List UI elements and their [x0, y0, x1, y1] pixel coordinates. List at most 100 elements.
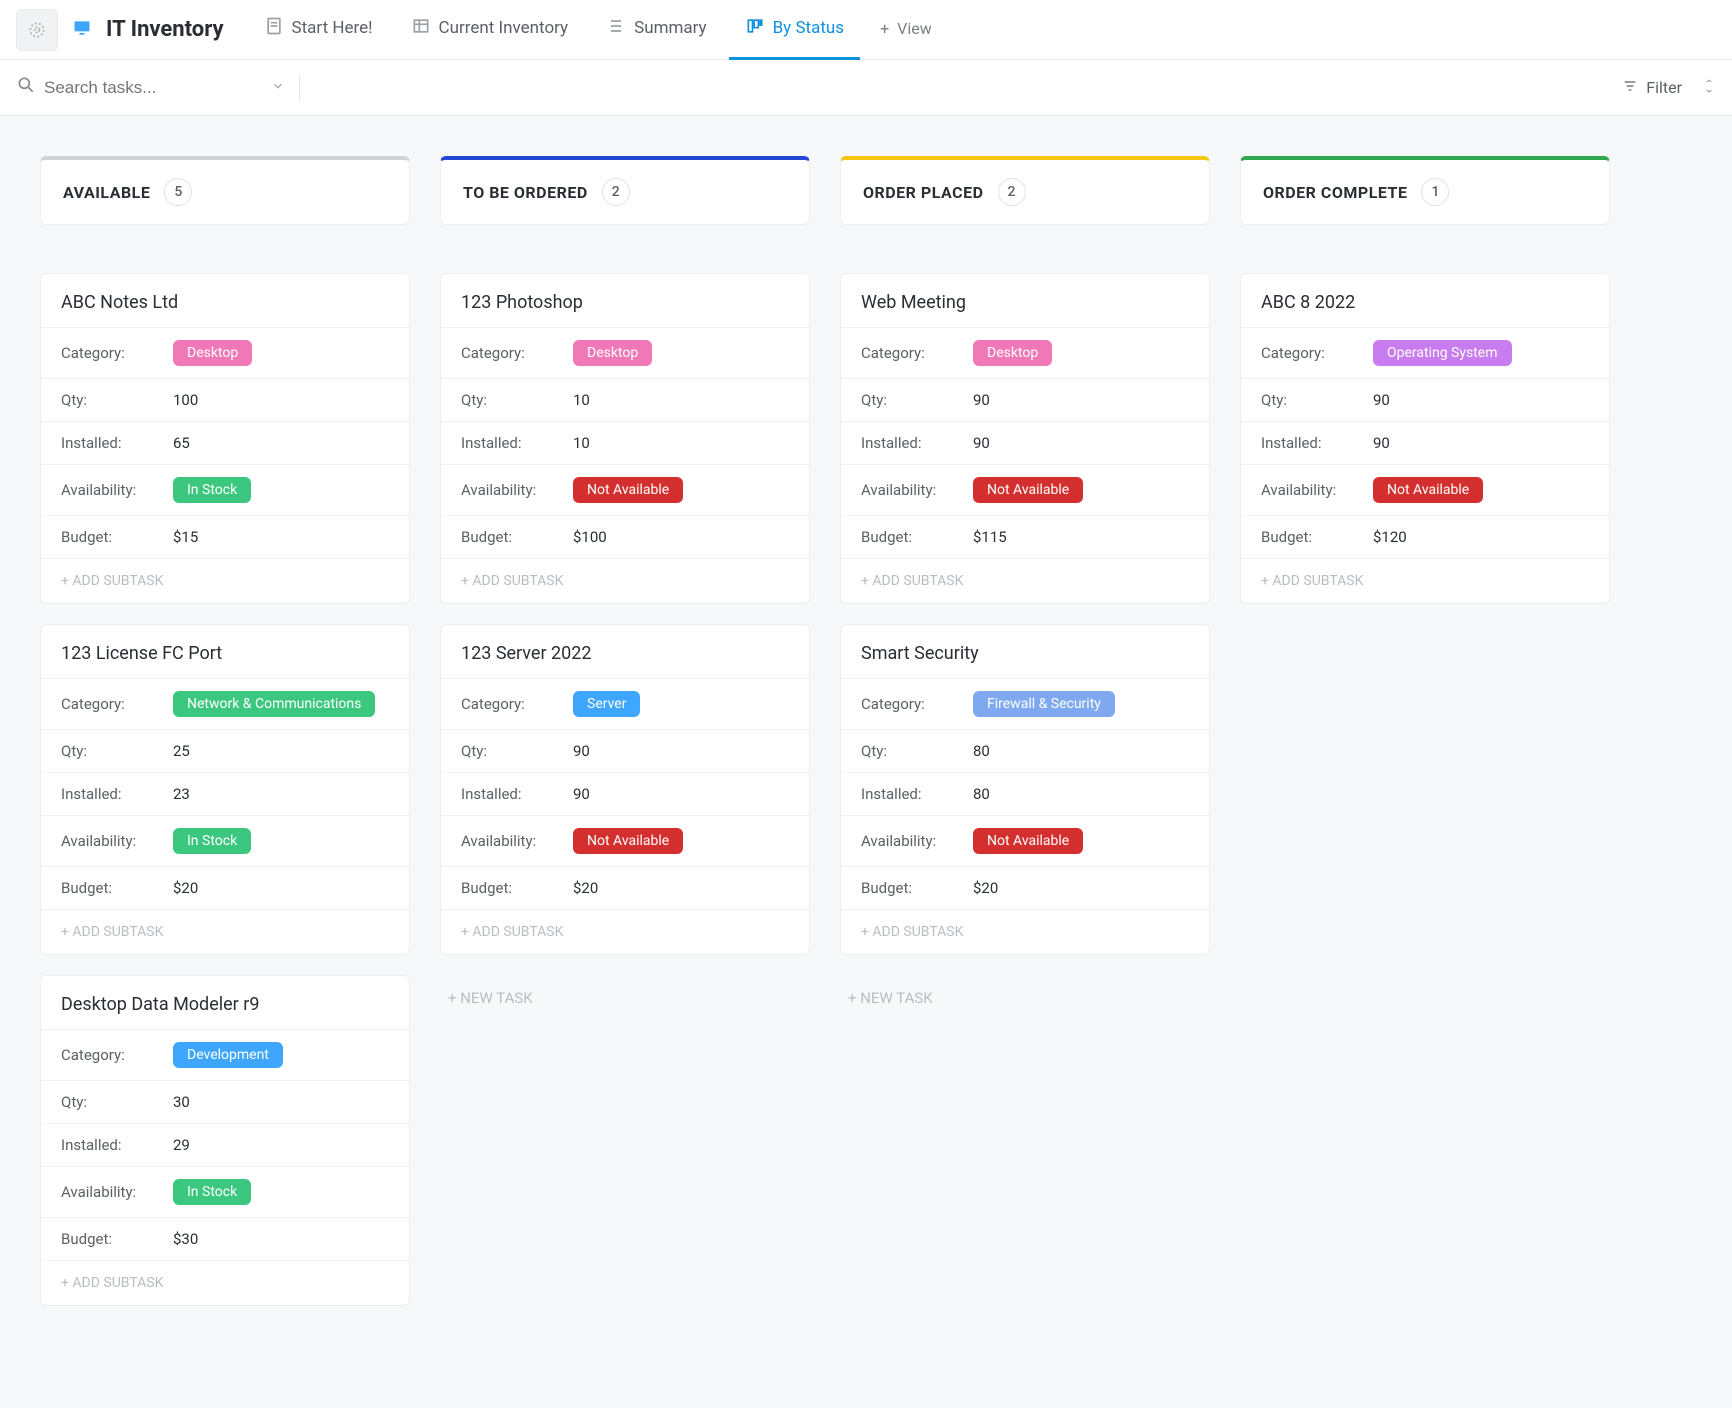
card-row-installed: Installed:80 [841, 772, 1209, 815]
card-row-installed: Installed:65 [41, 421, 409, 464]
card-row-qty: Qty:30 [41, 1080, 409, 1123]
card-row-category: Category:Firewall & Security [841, 678, 1209, 729]
column-header[interactable]: TO BE ORDERED 2 [440, 156, 810, 225]
installed-value: 90 [1373, 434, 1390, 452]
card-row-availability: Availability:Not Available [441, 815, 809, 866]
column-title: AVAILABLE [63, 183, 150, 202]
column-count: 1 [1421, 178, 1449, 206]
task-card[interactable]: ABC 8 2022Category:Operating SystemQty:9… [1240, 273, 1610, 604]
card-row-budget: Budget:$115 [841, 515, 1209, 558]
topbar: IT Inventory Start Here! Current Invento… [0, 0, 1732, 60]
installed-value: 90 [973, 434, 990, 452]
chevron-down-icon[interactable] [271, 79, 285, 97]
card-row-category: Category:Network & Communications [41, 678, 409, 729]
tab-by-status[interactable]: By Status [729, 0, 860, 60]
new-task-button[interactable]: + NEW TASK [440, 975, 810, 1021]
card-title: Desktop Data Modeler r9 [41, 976, 409, 1029]
budget-value: $20 [573, 879, 598, 897]
row-label: Budget: [861, 879, 973, 897]
card-row-category: Category:Desktop [441, 327, 809, 378]
row-label: Qty: [61, 742, 173, 760]
card-row-availability: Availability:Not Available [841, 815, 1209, 866]
row-label: Availability: [61, 1183, 173, 1201]
budget-value: $100 [573, 528, 607, 546]
add-subtask-button[interactable]: + ADD SUBTASK [1241, 558, 1609, 603]
card-row-budget: Budget:$100 [441, 515, 809, 558]
tab-start-here[interactable]: Start Here! [248, 0, 389, 60]
qty-value: 80 [973, 742, 990, 760]
qty-value: 100 [173, 391, 198, 409]
task-card[interactable]: 123 PhotoshopCategory:DesktopQty:10Insta… [440, 273, 810, 604]
row-label: Qty: [61, 391, 173, 409]
row-label: Installed: [861, 434, 973, 452]
tab-current-inventory[interactable]: Current Inventory [395, 0, 585, 60]
column-header[interactable]: ORDER COMPLETE 1 [1240, 156, 1610, 225]
task-card[interactable]: 123 License FC PortCategory:Network & Co… [40, 624, 410, 955]
tab-add-view[interactable]: + View [866, 0, 946, 60]
availability-pill: In Stock [173, 477, 251, 503]
availability-pill: In Stock [173, 828, 251, 854]
installed-value: 65 [173, 434, 190, 452]
tab-label: Summary [634, 18, 706, 38]
task-card[interactable]: Desktop Data Modeler r9Category:Developm… [40, 975, 410, 1306]
task-card[interactable]: Web MeetingCategory:DesktopQty:90Install… [840, 273, 1210, 604]
add-subtask-button[interactable]: + ADD SUBTASK [41, 1260, 409, 1305]
row-label: Budget: [861, 528, 973, 546]
board-column: TO BE ORDERED 2 123 PhotoshopCategory:Desk… [440, 156, 810, 1021]
kanban-board: AVAILABLE 5 ABC Notes LtdCategory:DesktopQ… [0, 116, 1732, 1366]
task-card[interactable]: ABC Notes LtdCategory:DesktopQty:100Inst… [40, 273, 410, 604]
card-title: 123 Photoshop [441, 274, 809, 327]
card-row-installed: Installed:90 [441, 772, 809, 815]
card-row-installed: Installed:90 [841, 421, 1209, 464]
add-subtask-button[interactable]: + ADD SUBTASK [841, 909, 1209, 954]
row-label: Budget: [461, 879, 573, 897]
workspace-icon[interactable] [16, 9, 58, 51]
tab-summary[interactable]: Summary [590, 0, 722, 60]
category-pill: Desktop [973, 340, 1052, 366]
budget-value: $120 [1373, 528, 1407, 546]
budget-value: $30 [173, 1230, 198, 1248]
card-row-qty: Qty:100 [41, 378, 409, 421]
task-card[interactable]: Smart SecurityCategory:Firewall & Securi… [840, 624, 1210, 955]
card-row-budget: Budget:$15 [41, 515, 409, 558]
board-column: ORDER PLACED2Web MeetingCategory:Desktop… [840, 156, 1210, 1021]
card-row-qty: Qty:80 [841, 729, 1209, 772]
add-subtask-button[interactable]: + ADD SUBTASK [41, 558, 409, 603]
column-count: 2 [602, 178, 630, 206]
row-label: Installed: [461, 785, 573, 803]
budget-value: $20 [973, 879, 998, 897]
row-label: Installed: [61, 785, 173, 803]
task-card[interactable]: 123 Server 2022Category:ServerQty:90Inst… [440, 624, 810, 955]
tab-label: View [897, 19, 932, 38]
installed-value: 90 [573, 785, 590, 803]
row-label: Budget: [1261, 528, 1373, 546]
new-task-button[interactable]: + NEW TASK [840, 975, 1210, 1021]
filter-button[interactable]: Filter [1612, 72, 1692, 104]
row-label: Availability: [461, 481, 573, 499]
column-header[interactable]: AVAILABLE 5 [40, 156, 410, 225]
add-subtask-button[interactable]: + ADD SUBTASK [41, 909, 409, 954]
row-label: Qty: [861, 391, 973, 409]
add-subtask-button[interactable]: + ADD SUBTASK [441, 909, 809, 954]
row-label: Budget: [61, 528, 173, 546]
app-title: IT Inventory [106, 17, 224, 42]
search-input[interactable] [44, 78, 265, 98]
category-pill: Desktop [573, 340, 652, 366]
column-title: ORDER COMPLETE [1263, 183, 1407, 202]
add-subtask-button[interactable]: + ADD SUBTASK [441, 558, 809, 603]
card-row-category: Category:Operating System [1241, 327, 1609, 378]
column-title: TO BE ORDERED [463, 183, 588, 202]
row-label: Availability: [861, 832, 973, 850]
row-label: Budget: [461, 528, 573, 546]
add-subtask-button[interactable]: + ADD SUBTASK [841, 558, 1209, 603]
column-count: 5 [164, 178, 192, 206]
tab-label: By Status [773, 18, 844, 38]
expand-icon[interactable] [1702, 78, 1716, 97]
qty-value: 30 [173, 1093, 190, 1111]
card-row-qty: Qty:25 [41, 729, 409, 772]
search-icon [16, 75, 36, 100]
column-header[interactable]: ORDER PLACED2 [840, 156, 1210, 225]
installed-value: 29 [173, 1136, 190, 1154]
row-label: Availability: [1261, 481, 1373, 499]
category-pill: Operating System [1373, 340, 1512, 366]
